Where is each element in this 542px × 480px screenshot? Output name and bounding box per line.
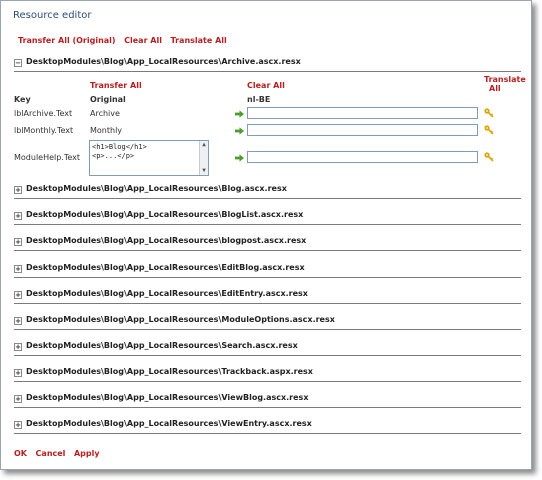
original-textarea[interactable]: <h1>Blog</h1> <p>...</p> ▲ ▼: [89, 140, 209, 176]
section-path[interactable]: DesktopModules\Blog\App_LocalResources\b…: [26, 236, 306, 245]
transfer-arrow-icon[interactable]: [235, 127, 244, 135]
section-path[interactable]: DesktopModules\Blog\App_LocalResources\S…: [26, 341, 298, 350]
section-path[interactable]: DesktopModules\Blog\App_LocalResources\V…: [26, 393, 308, 402]
collapse-toggle-icon[interactable]: −: [14, 59, 22, 67]
expand-toggle-icon[interactable]: +: [14, 343, 22, 351]
section-collapsed: + DesktopModules\Blog\App_LocalResources…: [14, 210, 521, 225]
column-original-header: Original: [90, 95, 126, 104]
column-clear-all-link[interactable]: Clear All: [247, 81, 285, 90]
expand-toggle-icon[interactable]: +: [14, 317, 22, 325]
expand-toggle-icon[interactable]: +: [14, 395, 22, 403]
section-path[interactable]: DesktopModules\Blog\App_LocalResources\B…: [26, 184, 287, 193]
translation-input[interactable]: [247, 124, 478, 136]
column-translate-all-link[interactable]: Translate: [484, 75, 526, 84]
translation-input[interactable]: [247, 151, 478, 163]
footer-actions: OK Cancel Apply: [14, 449, 106, 458]
expand-toggle-icon[interactable]: +: [14, 238, 22, 246]
translate-all-link[interactable]: Translate All: [171, 36, 227, 45]
section-archive: − DesktopModules\Blog\App_LocalResources…: [14, 57, 521, 72]
column-translate-all-link-line2[interactable]: All: [489, 84, 501, 93]
section-path[interactable]: DesktopModules\Blog\App_LocalResources\E…: [26, 263, 305, 272]
textarea-scrollbar[interactable]: ▲ ▼: [199, 141, 208, 175]
transfer-arrow-icon[interactable]: [235, 154, 244, 162]
translate-key-icon[interactable]: [484, 125, 494, 135]
expand-toggle-icon[interactable]: +: [14, 265, 22, 273]
page-title: Resource editor: [13, 10, 92, 21]
row-key: ModuleHelp.Text: [14, 153, 81, 162]
column-locale-header: nl-BE: [247, 95, 271, 104]
scroll-up-icon[interactable]: ▲: [201, 142, 207, 148]
row-key: lblMonthly.Text: [14, 126, 74, 135]
section-collapsed: + DesktopModules\Blog\App_LocalResources…: [14, 341, 521, 356]
translate-key-icon[interactable]: [484, 152, 494, 162]
resource-editor-window: Resource editor Transfer All (Original) …: [0, 0, 532, 470]
transfer-all-original-link[interactable]: Transfer All (Original): [18, 36, 116, 45]
section-path[interactable]: DesktopModules\Blog\App_LocalResources\E…: [26, 289, 308, 298]
expand-toggle-icon[interactable]: +: [14, 212, 22, 220]
expand-toggle-icon[interactable]: +: [14, 186, 22, 194]
column-transfer-all-link[interactable]: Transfer All: [90, 81, 142, 90]
toolbar: Transfer All (Original) Clear All Transl…: [18, 36, 233, 45]
section-collapsed: + DesktopModules\Blog\App_LocalResources…: [14, 184, 521, 199]
scroll-down-icon[interactable]: ▼: [201, 168, 207, 174]
section-path[interactable]: DesktopModules\Blog\App_LocalResources\B…: [26, 210, 303, 219]
row-original: Archive: [90, 109, 120, 118]
column-key-header: Key: [14, 95, 31, 104]
ok-link[interactable]: OK: [14, 449, 27, 458]
section-path[interactable]: DesktopModules\Blog\App_LocalResources\A…: [26, 57, 301, 66]
row-key: lblArchive.Text: [14, 109, 73, 118]
section-collapsed: + DesktopModules\Blog\App_LocalResources…: [14, 419, 521, 434]
section-collapsed: + DesktopModules\Blog\App_LocalResources…: [14, 263, 521, 278]
section-path[interactable]: DesktopModules\Blog\App_LocalResources\T…: [26, 367, 313, 376]
section-path[interactable]: DesktopModules\Blog\App_LocalResources\V…: [26, 419, 312, 428]
translation-input[interactable]: [247, 107, 478, 119]
expand-toggle-icon[interactable]: +: [14, 421, 22, 429]
cancel-link[interactable]: Cancel: [36, 449, 66, 458]
section-collapsed: + DesktopModules\Blog\App_LocalResources…: [14, 367, 521, 382]
section-collapsed: + DesktopModules\Blog\App_LocalResources…: [14, 236, 521, 251]
transfer-arrow-icon[interactable]: [235, 110, 244, 118]
translate-key-icon[interactable]: [484, 108, 494, 118]
clear-all-link[interactable]: Clear All: [124, 36, 162, 45]
section-collapsed: + DesktopModules\Blog\App_LocalResources…: [14, 289, 521, 304]
section-path[interactable]: DesktopModules\Blog\App_LocalResources\M…: [26, 315, 335, 324]
original-text: <h1>Blog</h1> <p>...</p>: [92, 143, 147, 160]
row-original: Monthly: [90, 126, 123, 135]
section-collapsed: + DesktopModules\Blog\App_LocalResources…: [14, 393, 521, 408]
apply-link[interactable]: Apply: [74, 449, 100, 458]
section-collapsed: + DesktopModules\Blog\App_LocalResources…: [14, 315, 521, 330]
expand-toggle-icon[interactable]: +: [14, 369, 22, 377]
expand-toggle-icon[interactable]: +: [14, 291, 22, 299]
